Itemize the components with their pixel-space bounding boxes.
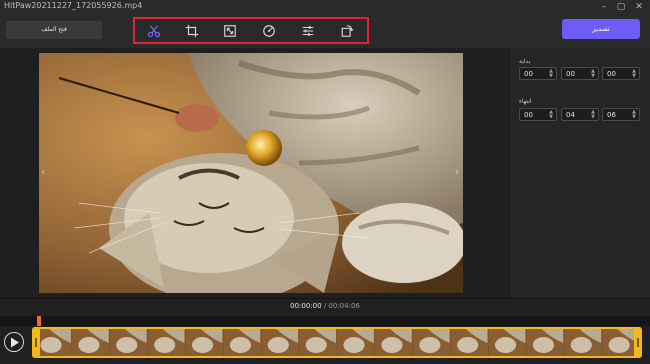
start-label: بداية (519, 58, 531, 65)
timeline-frame (337, 329, 375, 356)
trim-start-handle[interactable] (32, 327, 40, 358)
current-time: 00:00:00 (290, 302, 322, 310)
timeline-frame (186, 329, 223, 356)
timeline-frame (526, 329, 564, 356)
trim-settings-panel (509, 48, 650, 298)
stepper-icon[interactable]: ▲ ▼ (632, 110, 636, 120)
time-display: 00:00:00 / 00:04:06 (0, 302, 650, 310)
timeline-frame (564, 329, 602, 356)
editing-tools-group (133, 17, 369, 44)
stepper-icon[interactable]: ▲ ▼ (549, 110, 553, 120)
open-file-button[interactable]: فتح الملف (6, 21, 102, 39)
timeline-ruler[interactable] (0, 316, 650, 326)
trim-end-handle[interactable] (634, 327, 642, 358)
minimize-icon[interactable]: – (597, 0, 611, 14)
timeline-frame (148, 329, 185, 356)
scissors-icon[interactable] (145, 23, 163, 39)
total-time: 00:04:06 (328, 302, 360, 310)
play-button[interactable] (4, 332, 24, 352)
stepper-icon[interactable]: ▲ ▼ (632, 69, 636, 79)
next-arrow-icon[interactable]: › (455, 165, 459, 178)
timeline-frame (223, 329, 261, 356)
start-minutes-field[interactable]: 00 ▲ ▼ (561, 67, 599, 80)
timeline-frame (72, 329, 110, 356)
close-icon[interactable]: ✕ (632, 0, 646, 14)
start-seconds-field[interactable]: 00 ▲ ▼ (602, 67, 640, 80)
rotate-icon[interactable] (338, 23, 356, 39)
adjust-icon[interactable] (299, 23, 317, 39)
playhead-marker[interactable] (37, 316, 41, 326)
timeline-frame (34, 329, 72, 356)
timeline-frame (375, 329, 413, 356)
prev-arrow-icon[interactable]: ‹ (41, 165, 45, 178)
timeline-frames[interactable] (32, 327, 642, 358)
timeline-frame (261, 329, 299, 356)
maximize-icon[interactable]: ▢ (614, 0, 628, 14)
title-bar: HitPaw20211227_172055926.mp4 – ▢ ✕ (0, 0, 650, 14)
time-separator: / (323, 302, 327, 310)
stepper-icon[interactable]: ▲ ▼ (549, 69, 553, 79)
stepper-icon[interactable]: ▲ ▼ (591, 110, 595, 120)
export-button[interactable]: تصدير (562, 19, 640, 39)
timeline-frame (299, 329, 337, 356)
speed-icon[interactable] (260, 23, 278, 39)
start-hours-field[interactable]: 00 ▲ ▼ (519, 67, 557, 80)
timeline-frame (489, 329, 526, 356)
end-minutes-field[interactable]: 04 ▲ ▼ (561, 108, 599, 121)
timeline-frame (451, 329, 488, 356)
end-seconds-field[interactable]: 06 ▲ ▼ (602, 108, 640, 121)
play-icon (11, 337, 19, 348)
crop-icon[interactable] (183, 23, 201, 39)
end-hours-field[interactable]: 00 ▲ ▼ (519, 108, 557, 121)
end-label: انتهاء (519, 98, 532, 105)
stepper-icon[interactable]: ▲ ▼ (591, 69, 595, 79)
resize-icon[interactable] (221, 23, 239, 39)
timeline-frame (110, 329, 148, 356)
window-title: HitPaw20211227_172055926.mp4 (4, 1, 143, 10)
timeline-frame (413, 329, 451, 356)
video-preview (39, 53, 463, 293)
